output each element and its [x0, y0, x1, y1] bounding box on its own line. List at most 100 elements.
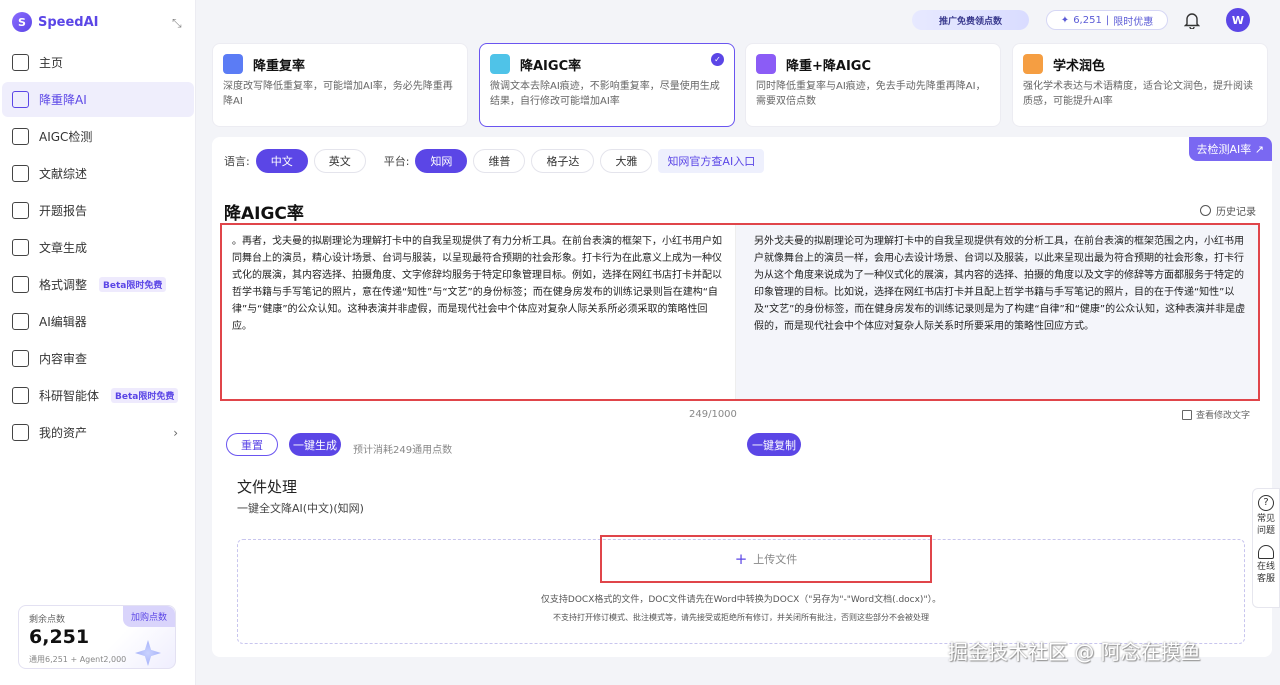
beta-badge: Beta限时免费	[111, 388, 179, 403]
output-text[interactable]: 另外戈夫曼的拟剧理论可为理解打卡中的自我呈现提供有效的分析工具，在前台表演的框架…	[736, 225, 1258, 399]
plus-icon: +	[734, 550, 748, 568]
sidebar-item-home[interactable]: 主页	[2, 45, 194, 80]
ai-scan-icon	[12, 128, 29, 145]
headset-icon	[1258, 545, 1274, 559]
credits-pill[interactable]: ✦ 6,251 | 限时优惠	[1046, 10, 1168, 30]
brush-icon	[1023, 54, 1043, 74]
sidebar: S SpeedAI ⤡ 主页 降重降AI AIGC检测 文献综述 开题报告 文章…	[0, 0, 196, 685]
document-icon	[223, 54, 243, 74]
grid-icon	[12, 54, 29, 71]
file-section-title: 文件处理	[237, 478, 298, 496]
chevron-right-icon: ›	[173, 425, 178, 440]
mode-title: 降AIGC率	[520, 58, 582, 74]
logo[interactable]: S SpeedAI	[12, 12, 99, 32]
bell-icon[interactable]	[1184, 11, 1200, 29]
review-icon	[12, 350, 29, 367]
sidebar-item-label: 文章生成	[39, 241, 88, 255]
upload-button[interactable]: + 上传文件	[600, 535, 932, 583]
platform-gezida[interactable]: 格子达	[531, 149, 595, 173]
history-button[interactable]: 历史记录	[1200, 203, 1256, 218]
limited-offer-label: 限时优惠	[1113, 16, 1154, 28]
platform-daya[interactable]: 大雅	[600, 149, 653, 173]
points-card: 剩余点数 6,251 通用6,251 + Agent2,000 加购点数	[18, 605, 176, 669]
reset-button[interactable]: 重置	[226, 433, 278, 456]
check-icon: ✓	[711, 53, 724, 66]
sidebar-item-label: 科研智能体	[39, 389, 100, 403]
text-compare-box: 。再者，戈夫曼的拟剧理论为理解打卡中的自我呈现提供了有力分析工具。在前台表演的框…	[220, 223, 1260, 401]
sidebar-item-aigc-detect[interactable]: AIGC检测	[2, 119, 194, 154]
faq-label: 常见问题	[1256, 514, 1275, 536]
sidebar-item-label: 内容审查	[39, 352, 88, 366]
upload-dropzone[interactable]: + 上传文件 仅支持DOCX格式的文件，DOC文件请先在Word中转换为DOCX…	[237, 535, 1245, 644]
sidebar-item-research-agent[interactable]: 科研智能体 Beta限时免费	[2, 378, 194, 413]
upload-hint: 仅支持DOCX格式的文件，DOC文件请先在Word中转换为DOCX（"另存为"-…	[540, 595, 942, 605]
faq-button[interactable]: ? 常见问题	[1256, 495, 1276, 537]
points-breakdown: 通用6,251 + Agent2,000	[29, 655, 127, 664]
sidebar-item-label: AIGC检测	[39, 130, 93, 144]
cnki-official-link[interactable]: 知网官方查AI入口	[658, 149, 765, 173]
avatar[interactable]: W	[1226, 8, 1250, 32]
format-icon	[12, 276, 29, 293]
sparkle-icon: ✦	[1060, 14, 1070, 26]
wallet-icon	[12, 424, 29, 441]
promo-banner[interactable]: 推广免费领点数	[912, 10, 1029, 30]
clock-icon	[1200, 205, 1211, 216]
mode-card-reduce-both[interactable]: 降重+降AIGC 同时降低重复率与AI痕迹，免去手动先降重再降AI，需要双倍点数	[745, 43, 1001, 127]
options-row: 语言: 中文 英文 平台: 知网 维普 格子达 大雅 知网官方查AI入口	[224, 149, 765, 173]
sparkle-icon	[135, 640, 161, 666]
platform-cnki[interactable]: 知网	[415, 149, 468, 173]
sidebar-item-label: 格式调整	[39, 278, 88, 292]
layers-icon	[756, 54, 776, 74]
mode-desc: 微调文本去除AI痕迹，不影响重复率，尽量使用生成结果，自行修改可能增加AI率	[490, 81, 720, 107]
buy-points-button[interactable]: 加购点数	[122, 606, 175, 627]
ai-editor-icon	[12, 313, 29, 330]
generate-button[interactable]: 一键生成	[289, 433, 341, 456]
mode-card-reduce-duplicate[interactable]: 降重复率 深度改写降低重复率，可能增加AI率，务必先降重再降AI	[212, 43, 468, 127]
sidebar-item-proposal[interactable]: 开题报告	[2, 193, 194, 228]
sidebar-item-format[interactable]: 格式调整 Beta限时免费	[2, 267, 194, 302]
points-label: 剩余点数	[29, 615, 66, 625]
upload-label: 上传文件	[753, 553, 798, 566]
sidebar-item-label: 我的资产	[39, 426, 88, 440]
service-label: 在线客服	[1256, 562, 1275, 584]
sidebar-item-content-review[interactable]: 内容审查	[2, 341, 194, 376]
service-button[interactable]: 在线客服	[1256, 545, 1276, 585]
sidebar-item-literature-review[interactable]: 文献综述	[2, 156, 194, 191]
language-label: 语言:	[224, 155, 250, 168]
agent-icon	[12, 387, 29, 404]
detect-ai-button[interactable]: 去检测AI率 ↗	[1188, 137, 1272, 161]
copy-button[interactable]: 一键复制	[747, 433, 801, 456]
sidebar-item-rewrite[interactable]: 降重降AI	[2, 82, 194, 117]
history-label: 历史记录	[1216, 207, 1256, 218]
mode-card-polish[interactable]: 学术润色 强化学术表达与术语精度，适合论文润色，提升阅读质感，可能提升AI率	[1012, 43, 1268, 127]
floating-help: ? 常见问题 在线客服	[1252, 488, 1280, 608]
view-changes-toggle[interactable]: 查看修改文字	[1181, 408, 1250, 421]
upload-warning: 不支持打开修订模式、批注模式等，请先接受或拒绝所有修订，并关闭所有批注，否则这些…	[553, 613, 929, 622]
sidebar-item-label: 降重降AI	[39, 93, 87, 107]
report-icon	[12, 202, 29, 219]
logo-icon: S	[12, 12, 32, 32]
document-edit-icon	[12, 165, 29, 182]
lang-chinese[interactable]: 中文	[255, 149, 308, 173]
beta-badge: Beta限时免费	[99, 277, 167, 292]
split-view-icon	[1181, 409, 1192, 420]
view-changes-label: 查看修改文字	[1195, 411, 1250, 421]
sidebar-item-assets[interactable]: 我的资产 ›	[2, 415, 194, 450]
collapse-icon[interactable]: ⤡	[172, 16, 186, 30]
sidebar-nav: 主页 降重降AI AIGC检测 文献综述 开题报告 文章生成 格式调整 Beta…	[0, 43, 196, 452]
mode-desc: 强化学术表达与术语精度，适合论文润色，提升阅读质感，可能提升AI率	[1023, 81, 1253, 107]
mode-desc: 深度改写降低重复率，可能增加AI率，务必先降重再降AI	[223, 81, 453, 107]
credits-value: 6,251	[1073, 14, 1102, 26]
document-icon	[490, 54, 510, 74]
platform-vip[interactable]: 维普	[473, 149, 526, 173]
input-textarea[interactable]: 。再者，戈夫曼的拟剧理论为理解打卡中的自我呈现提供了有力分析工具。在前台表演的框…	[222, 225, 736, 399]
lang-english[interactable]: 英文	[313, 149, 366, 173]
main-panel: 语言: 中文 英文 平台: 知网 维普 格子达 大雅 知网官方查AI入口 去检测…	[212, 137, 1272, 657]
mode-title: 降重+降AIGC	[786, 58, 872, 74]
mode-card-reduce-aigc[interactable]: 降AIGC率 微调文本去除AI痕迹，不影响重复率，尽量使用生成结果，自行修改可能…	[479, 43, 735, 127]
points-value: 6,251	[29, 626, 90, 648]
question-icon: ?	[1258, 495, 1274, 511]
sidebar-item-ai-editor[interactable]: AI编辑器	[2, 304, 194, 339]
magic-wand-icon	[12, 91, 29, 108]
sidebar-item-article-gen[interactable]: 文章生成	[2, 230, 194, 265]
